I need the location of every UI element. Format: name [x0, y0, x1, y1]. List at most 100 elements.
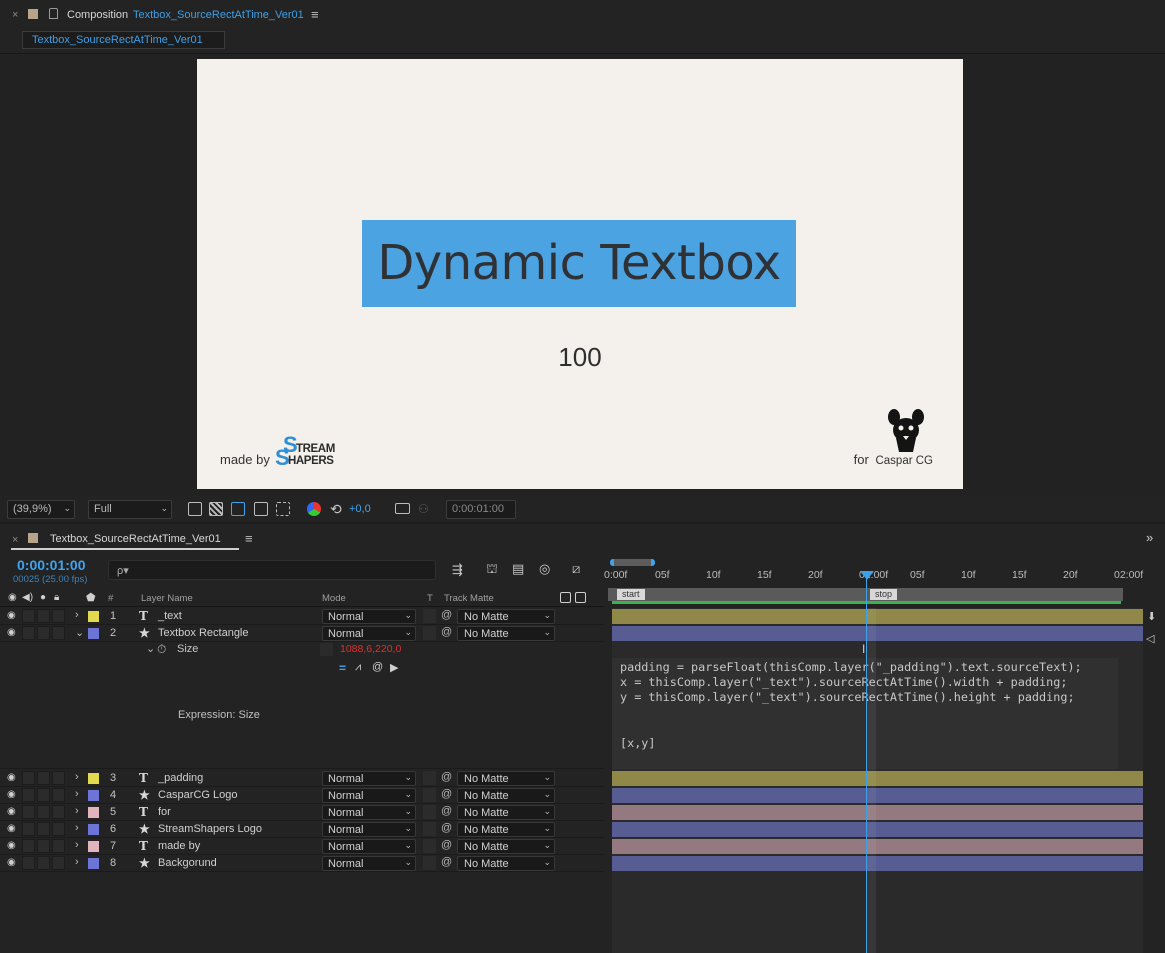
layer-row[interactable]: ◉ › 6 ★ StreamShapers Logo Normal ⌄ @ No Matte ⌄: [0, 821, 604, 838]
panel-menu-icon[interactable]: ≡: [245, 531, 253, 546]
audio-switch[interactable]: [22, 626, 35, 640]
graph-editor-icon[interactable]: ⧄: [572, 561, 580, 577]
size-value[interactable]: 1088,6,220,0: [340, 643, 401, 655]
modes-icon[interactable]: [575, 592, 586, 603]
lock-icon[interactable]: 🔒︎: [54, 592, 59, 603]
track-matte-select[interactable]: No Matte ⌄: [457, 839, 555, 854]
layer-name[interactable]: made by: [158, 840, 200, 852]
layer-duration-bar[interactable]: [612, 839, 1143, 854]
exposure-value[interactable]: +0,0: [349, 503, 371, 515]
chevron-down-icon[interactable]: ⌄: [75, 626, 84, 639]
comp-name[interactable]: Textbox_SourceRectAtTime_Ver01: [133, 9, 304, 21]
grid-options-icon[interactable]: [276, 502, 290, 516]
draft-3d-icon[interactable]: ⛫: [486, 561, 498, 579]
blend-mode-select[interactable]: Normal ⌄: [322, 788, 416, 803]
eye-icon[interactable]: ◉: [7, 628, 19, 638]
layer-name[interactable]: StreamShapers Logo: [158, 823, 262, 835]
layer-duration-bar[interactable]: [612, 788, 1143, 803]
parent-pickwhip-icon[interactable]: @: [441, 771, 452, 783]
current-time-display[interactable]: 0:00:01:00: [446, 500, 516, 519]
blend-mode-select[interactable]: Normal ⌄: [322, 771, 416, 786]
label-tag-icon[interactable]: ⬟: [86, 591, 96, 604]
track-matte-select[interactable]: No Matte ⌄: [457, 626, 555, 641]
eye-icon[interactable]: ◉: [7, 841, 19, 851]
shy-layers-icon[interactable]: ▤: [512, 561, 524, 577]
lock-switch[interactable]: [52, 771, 65, 785]
layer-name[interactable]: Textbox Rectangle: [158, 627, 249, 639]
lock-icon[interactable]: [49, 8, 58, 19]
parent-pickwhip-icon[interactable]: @: [441, 609, 452, 621]
chevron-right-icon[interactable]: ›: [75, 805, 79, 817]
track-matte-select[interactable]: No Matte ⌄: [457, 805, 555, 820]
current-timecode[interactable]: 0:00:01:00: [17, 557, 86, 573]
track-matte-select[interactable]: No Matte ⌄: [457, 856, 555, 871]
blend-mode-select[interactable]: Normal ⌄: [322, 856, 416, 871]
audio-switch[interactable]: [22, 856, 35, 870]
chevron-right-icon[interactable]: ›: [75, 609, 79, 621]
layer-duration-bar[interactable]: [612, 822, 1143, 837]
track-matte-select[interactable]: No Matte ⌄: [457, 609, 555, 624]
chevron-down-icon[interactable]: ⌄: [146, 642, 155, 655]
eye-icon[interactable]: ◉: [7, 807, 19, 817]
chevron-right-icon[interactable]: ›: [75, 822, 79, 834]
mask-visibility-icon[interactable]: [231, 502, 245, 516]
close-icon[interactable]: ×: [12, 534, 18, 546]
solo-icon[interactable]: ●: [40, 592, 46, 603]
eye-icon[interactable]: ◉: [7, 824, 19, 834]
show-snapshot-icon[interactable]: ⚇: [418, 502, 429, 516]
solo-switch[interactable]: [37, 839, 50, 853]
chevron-right-icon[interactable]: ›: [75, 788, 79, 800]
solo-switch[interactable]: [37, 856, 50, 870]
blend-mode-select[interactable]: Normal ⌄: [322, 805, 416, 820]
channel-icon[interactable]: [307, 502, 321, 516]
guides-icon[interactable]: [254, 502, 268, 516]
layer-name[interactable]: _padding: [158, 772, 203, 784]
label-color[interactable]: [88, 824, 99, 835]
parent-pickwhip-icon[interactable]: @: [441, 788, 452, 800]
label-color[interactable]: [88, 858, 99, 869]
parent-pickwhip-icon[interactable]: @: [441, 839, 452, 851]
chevron-right-icon[interactable]: ›: [75, 856, 79, 868]
preserve-transparency-switch[interactable]: [423, 609, 436, 623]
layer-name[interactable]: CasparCG Logo: [158, 789, 238, 801]
current-time-indicator[interactable]: [866, 572, 867, 953]
layer-row[interactable]: ◉ › 7 Tmade by Normal ⌄ @ No Matte ⌄: [0, 838, 604, 855]
lock-switch[interactable]: [52, 805, 65, 819]
label-color[interactable]: [88, 628, 99, 639]
audio-switch[interactable]: [22, 771, 35, 785]
layer-search-input[interactable]: ρ▾: [108, 560, 436, 580]
solo-switch[interactable]: [37, 609, 50, 623]
blend-mode-select[interactable]: Normal ⌄: [322, 609, 416, 624]
chevron-right-icon[interactable]: ›: [75, 839, 79, 851]
parent-pickwhip-icon[interactable]: @: [441, 856, 452, 868]
track-matte-select[interactable]: No Matte ⌄: [457, 822, 555, 837]
zoom-select[interactable]: (39,9%) ⌄: [7, 500, 75, 519]
preserve-transparency-switch[interactable]: [423, 805, 436, 819]
layer-name[interactable]: for: [158, 806, 171, 818]
parent-pickwhip-icon[interactable]: @: [441, 822, 452, 834]
comp-button-icon[interactable]: ⬇: [1147, 610, 1156, 623]
eye-icon[interactable]: ◉: [7, 858, 19, 868]
resolution-select[interactable]: Full ⌄: [88, 500, 172, 519]
composition-mini-flowchart-icon[interactable]: ⇶: [452, 562, 463, 578]
cti-head-icon[interactable]: [860, 571, 874, 580]
panel-menu-icon[interactable]: ≡: [311, 7, 319, 22]
region-of-interest-icon[interactable]: [188, 502, 202, 516]
audio-switch[interactable]: [22, 788, 35, 802]
pickwhip-icon[interactable]: @: [372, 661, 383, 673]
lock-switch[interactable]: [52, 839, 65, 853]
blend-mode-select[interactable]: Normal ⌄: [322, 839, 416, 854]
track-matte-select[interactable]: No Matte ⌄: [457, 788, 555, 803]
track-matte-select[interactable]: No Matte ⌄: [457, 771, 555, 786]
label-color[interactable]: [88, 790, 99, 801]
lock-switch[interactable]: [52, 856, 65, 870]
layer-row[interactable]: ◉ › 1 T _text Normal ⌄ @ No Matte ⌄: [0, 608, 604, 625]
solo-switch[interactable]: [37, 822, 50, 836]
layer-name[interactable]: _text: [158, 610, 182, 622]
comp-tab[interactable]: Textbox_SourceRectAtTime_Ver01: [22, 31, 225, 49]
eye-icon[interactable]: ◉: [8, 592, 17, 603]
keyframe-nav-icon[interactable]: ◁: [1146, 632, 1154, 645]
layer-row[interactable]: ◉ › 4 ★ CasparCG Logo Normal ⌄ @ No Matte ⌄: [0, 787, 604, 804]
audio-switch[interactable]: [22, 805, 35, 819]
solo-switch[interactable]: [37, 788, 50, 802]
